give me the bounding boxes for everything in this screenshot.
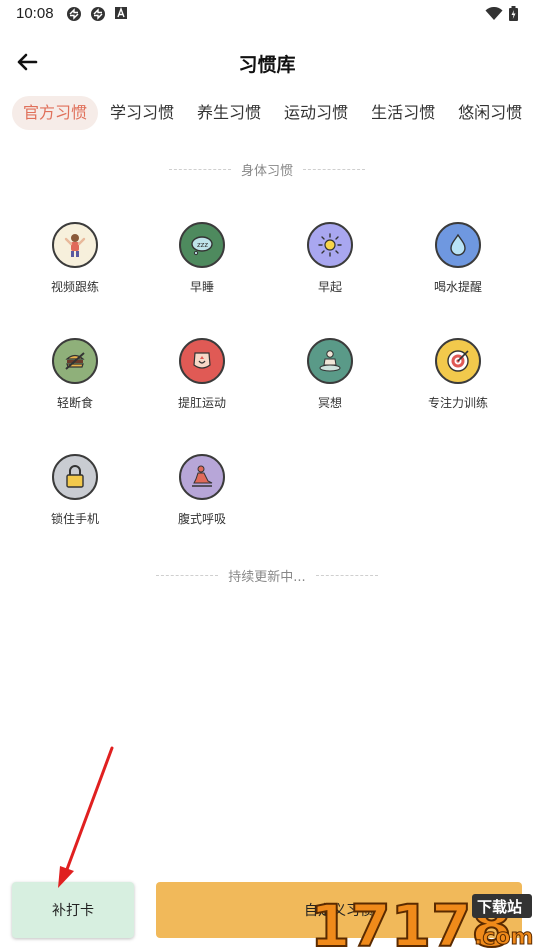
header: 习惯库 — [0, 40, 534, 84]
sync-icon — [67, 7, 81, 21]
habit-name: 轻断食 — [56, 396, 93, 410]
habit-meditation[interactable]: 冥想 — [265, 338, 395, 411]
person-exercise-icon — [52, 222, 98, 268]
divider-line — [156, 575, 219, 576]
status-time: 10:08 — [16, 5, 54, 22]
sleep-cloud-icon: zzz — [179, 222, 225, 268]
section-title: 身体习惯 — [0, 160, 534, 179]
habit-name: 冥想 — [317, 396, 342, 410]
habit-lock-phone[interactable]: 锁住手机 — [10, 454, 140, 527]
water-drop-icon — [435, 222, 481, 268]
no-food-icon — [52, 338, 98, 384]
divider-line — [303, 169, 365, 170]
habit-name: 锁住手机 — [50, 512, 99, 526]
wifi-icon — [485, 6, 503, 20]
svg-text:下载站: 下载站 — [477, 898, 522, 916]
habit-name: 早起 — [317, 280, 342, 294]
section-title-text: 身体习惯 — [240, 164, 293, 179]
divider-line — [315, 575, 378, 576]
habit-drink-water[interactable]: 喝水提醒 — [393, 222, 523, 295]
font-icon — [115, 7, 127, 19]
tab-sport[interactable]: 运动习惯 — [273, 96, 359, 130]
status-bar: 10:08 — [0, 0, 534, 28]
target-icon — [435, 338, 481, 384]
tab-life[interactable]: 生活习惯 — [360, 96, 446, 130]
habit-name: 专注力训练 — [427, 396, 488, 410]
breathing-icon — [179, 454, 225, 500]
sun-icon — [307, 222, 353, 268]
habit-pelvic-exercise[interactable]: 提肛运动 — [137, 338, 267, 411]
tab-health[interactable]: 养生习惯 — [186, 96, 272, 130]
status-icons-right — [485, 6, 518, 21]
habit-name: 喝水提醒 — [433, 280, 482, 294]
page-title: 习惯库 — [238, 54, 296, 76]
habit-sleep-early[interactable]: zzz 早睡 — [137, 222, 267, 295]
habit-name: 早睡 — [189, 280, 214, 294]
body-exercise-icon — [179, 338, 225, 384]
lock-icon — [52, 454, 98, 500]
habit-name: 提肛运动 — [177, 396, 226, 410]
svg-text:.com: .com — [474, 925, 533, 950]
habit-name: 视频跟练 — [50, 280, 99, 294]
habit-light-fasting[interactable]: 轻断食 — [10, 338, 140, 411]
tab-study[interactable]: 学习习惯 — [99, 96, 185, 130]
habit-name: 腹式呼吸 — [177, 512, 226, 526]
divider-line — [168, 169, 231, 170]
makeup-checkin-button[interactable]: 补打卡 — [12, 882, 134, 938]
watermark-logo: 17178 下载站 .com — [306, 886, 534, 950]
section-footer: 持续更新中... — [0, 566, 534, 585]
habit-abdominal-breathing[interactable]: 腹式呼吸 — [137, 454, 267, 527]
habit-video-follow[interactable]: 视频跟练 — [10, 222, 140, 295]
tab-leisure[interactable]: 悠闲习惯 — [447, 96, 533, 130]
svg-text:zzz: zzz — [197, 241, 208, 249]
sync-icon — [91, 7, 105, 21]
habit-focus-training[interactable]: 专注力训练 — [393, 338, 523, 411]
meditation-icon — [307, 338, 353, 384]
habit-wake-early[interactable]: 早起 — [265, 222, 395, 295]
battery-icon — [509, 6, 518, 21]
section-footer-text: 持续更新中... — [228, 570, 306, 585]
category-tabs: 官方习惯 学习习惯 养生习惯 运动习惯 生活习惯 悠闲习惯 — [12, 96, 533, 130]
status-icons-left — [66, 6, 128, 22]
tab-official[interactable]: 官方习惯 — [12, 96, 99, 130]
